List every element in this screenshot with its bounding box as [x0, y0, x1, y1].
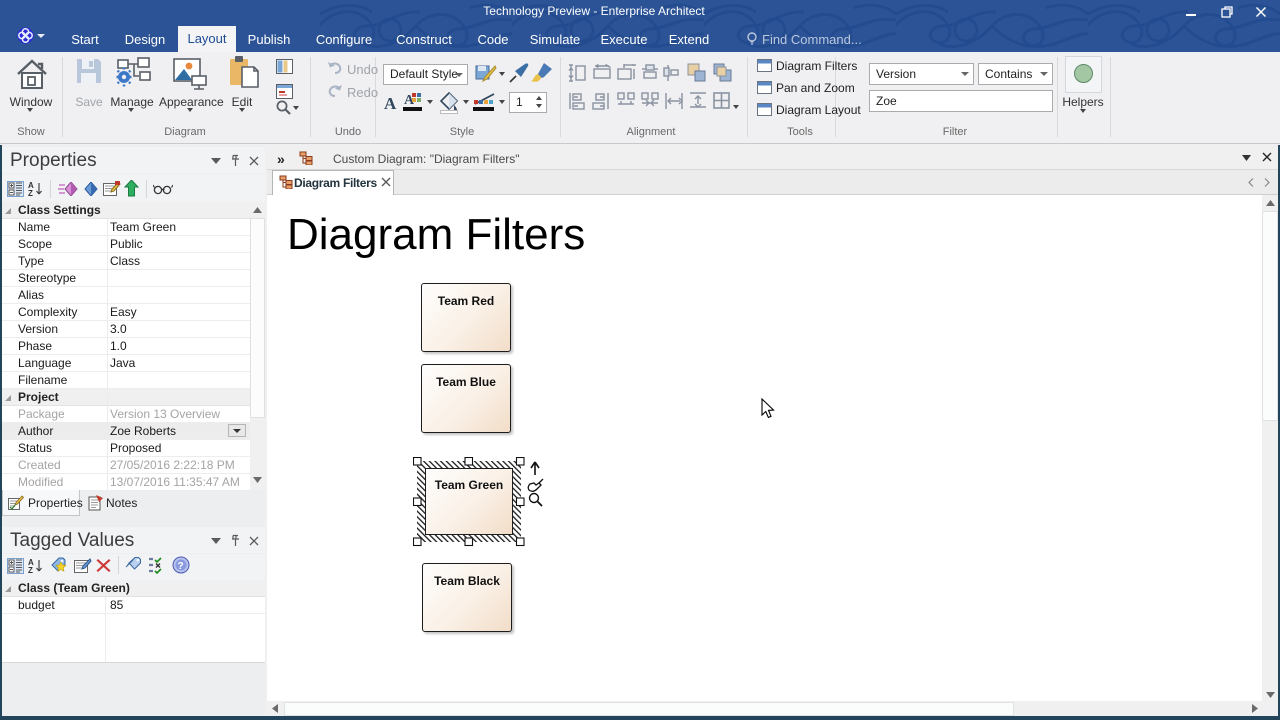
svg-text:?: ?	[178, 561, 184, 572]
svg-text:Z: Z	[28, 566, 33, 574]
svg-text:Z: Z	[28, 189, 33, 197]
